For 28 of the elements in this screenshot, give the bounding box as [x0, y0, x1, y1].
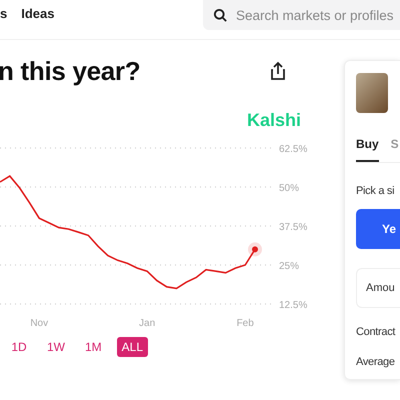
range-tab[interactable]: 1M [80, 337, 107, 357]
market-title: n this year? [0, 56, 140, 86]
prompt-text: Pick a si [356, 185, 394, 197]
axis-label: 62.5% [279, 144, 308, 155]
axis-label: Feb [236, 318, 254, 329]
yes-button[interactable]: Ye [356, 209, 400, 249]
axis-label: 50% [279, 183, 300, 194]
stat-label: Average [356, 356, 395, 368]
order-tab[interactable]: Buy [356, 131, 379, 162]
current-point [248, 242, 262, 256]
axis-label: Nov [30, 318, 48, 329]
photo-placeholder [356, 73, 388, 113]
nav-link[interactable]: Ideas [21, 6, 54, 21]
axis-label: 37.5% [279, 222, 308, 233]
source-logo: Kalshi [247, 110, 302, 131]
nav-link[interactable]: s [0, 6, 8, 21]
search-icon [213, 8, 228, 22]
amount-field[interactable]: Amou [356, 268, 400, 308]
range-tab[interactable]: 1W [42, 337, 70, 357]
axis-label: Jan [139, 318, 156, 329]
search-field[interactable]: Search markets or profiles [203, 0, 400, 30]
axis-label: 25% [279, 261, 300, 272]
range-tab[interactable]: ALL [116, 337, 148, 357]
stat-label: Contract [356, 326, 396, 338]
share-icon[interactable] [269, 61, 287, 81]
order-tab[interactable]: S [390, 131, 399, 162]
axis-label: 12.5% [279, 300, 308, 311]
range-tab[interactable]: 1D [6, 337, 32, 357]
